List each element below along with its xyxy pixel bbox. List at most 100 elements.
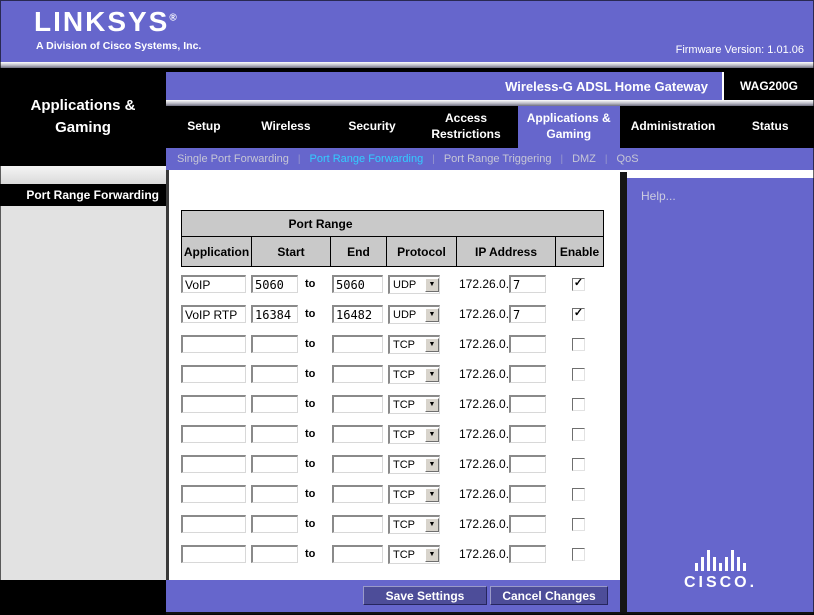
ip-last-octet-input[interactable] — [509, 395, 546, 413]
title-row: Wireless-G ADSL Home Gateway WAG200G — [166, 72, 814, 100]
end-port-input[interactable] — [332, 545, 383, 563]
application-input[interactable] — [181, 515, 246, 533]
col-header-end: End — [331, 237, 387, 266]
application-input[interactable] — [181, 455, 246, 473]
dropdown-button[interactable]: ▼ — [425, 368, 439, 382]
end-port-input[interactable] — [332, 515, 383, 533]
tab-access-restrictions[interactable]: Access Restrictions — [414, 106, 518, 148]
start-port-input[interactable] — [251, 455, 298, 473]
protocol-select[interactable]: TCP ▼ — [388, 515, 440, 534]
application-input[interactable] — [181, 425, 246, 443]
protocol-selected-value: TCP — [390, 459, 425, 471]
ip-last-octet-input[interactable] — [509, 515, 546, 533]
subnav-item-dmz[interactable]: DMZ — [572, 153, 596, 165]
tab-wireless[interactable]: Wireless — [242, 106, 330, 148]
protocol-selected-value: UDP — [390, 309, 425, 321]
protocol-select[interactable]: TCP ▼ — [388, 545, 440, 564]
end-port-input[interactable] — [332, 485, 383, 503]
protocol-select[interactable]: UDP ▼ — [388, 305, 440, 324]
dropdown-button[interactable]: ▼ — [425, 338, 439, 352]
application-input[interactable] — [181, 275, 246, 293]
ip-last-octet-input[interactable] — [509, 275, 546, 293]
port-forward-row: to UDP ▼ 172.26.0. ✓ — [181, 299, 604, 329]
application-input[interactable] — [181, 485, 246, 503]
protocol-select[interactable]: UDP ▼ — [388, 275, 440, 294]
save-settings-button[interactable]: Save Settings — [363, 586, 487, 605]
dropdown-button[interactable]: ▼ — [425, 428, 439, 442]
ip-last-octet-input[interactable] — [509, 365, 546, 383]
ip-prefix-label: 172.26.0. — [459, 457, 509, 471]
enable-checkbox[interactable] — [572, 368, 585, 381]
application-input[interactable] — [181, 365, 246, 383]
enable-checkbox[interactable]: ✓ — [572, 308, 585, 321]
cancel-changes-button[interactable]: Cancel Changes — [490, 586, 608, 605]
enable-checkbox[interactable] — [572, 488, 585, 501]
dropdown-button[interactable]: ▼ — [425, 308, 439, 322]
content-panel: Port Range Application Start End Protoco… — [166, 170, 620, 580]
dropdown-button[interactable]: ▼ — [425, 518, 439, 532]
start-port-input[interactable] — [251, 305, 298, 323]
cisco-bridge-icon — [695, 547, 746, 571]
enable-checkbox[interactable] — [572, 458, 585, 471]
end-port-input[interactable] — [332, 455, 383, 473]
start-port-input[interactable] — [251, 485, 298, 503]
enable-checkbox[interactable]: ✓ — [572, 278, 585, 291]
protocol-select[interactable]: TCP ▼ — [388, 425, 440, 444]
tab-setup[interactable]: Setup — [166, 106, 242, 148]
start-port-input[interactable] — [251, 275, 298, 293]
dropdown-button[interactable]: ▼ — [425, 278, 439, 292]
application-input[interactable] — [181, 545, 246, 563]
enable-checkbox[interactable] — [572, 518, 585, 531]
chevron-down-icon: ▼ — [429, 431, 436, 438]
end-port-input[interactable] — [332, 305, 383, 323]
start-port-input[interactable] — [251, 515, 298, 533]
end-port-input[interactable] — [332, 395, 383, 413]
ip-last-octet-input[interactable] — [509, 335, 546, 353]
enable-checkbox[interactable] — [572, 398, 585, 411]
start-port-input[interactable] — [251, 545, 298, 563]
start-port-input[interactable] — [251, 425, 298, 443]
ip-last-octet-input[interactable] — [509, 455, 546, 473]
linksys-logo: LINKSYS® — [34, 6, 177, 38]
end-port-input[interactable] — [332, 275, 383, 293]
protocol-select[interactable]: TCP ▼ — [388, 485, 440, 504]
end-port-input[interactable] — [332, 425, 383, 443]
ip-last-octet-input[interactable] — [509, 485, 546, 503]
ip-last-octet-input[interactable] — [509, 425, 546, 443]
enable-checkbox[interactable] — [572, 428, 585, 441]
end-port-input[interactable] — [332, 365, 383, 383]
protocol-select[interactable]: TCP ▼ — [388, 365, 440, 384]
subnav-item-qos[interactable]: QoS — [617, 153, 639, 165]
protocol-select[interactable]: TCP ▼ — [388, 395, 440, 414]
left-sidebar — [0, 206, 166, 580]
subnav-item-port-range-forwarding[interactable]: Port Range Forwarding — [310, 153, 424, 165]
subnav-item-port-range-triggering[interactable]: Port Range Triggering — [444, 153, 552, 165]
tab-status[interactable]: Status — [726, 106, 813, 148]
ip-last-octet-input[interactable] — [509, 545, 546, 563]
help-link[interactable]: Help... — [641, 189, 676, 203]
enable-checkbox[interactable] — [572, 548, 585, 561]
subnav-item-single-port-forwarding[interactable]: Single Port Forwarding — [177, 153, 289, 165]
ip-last-octet-input[interactable] — [509, 305, 546, 323]
dropdown-button[interactable]: ▼ — [425, 458, 439, 472]
dropdown-button[interactable]: ▼ — [425, 398, 439, 412]
tab-security[interactable]: Security — [330, 106, 414, 148]
port-range-table-header: Port Range Application Start End Protoco… — [181, 210, 604, 267]
enable-checkbox[interactable] — [572, 338, 585, 351]
dropdown-button[interactable]: ▼ — [425, 488, 439, 502]
protocol-selected-value: TCP — [390, 339, 425, 351]
protocol-select[interactable]: TCP ▼ — [388, 455, 440, 474]
tab-applications-gaming[interactable]: Applications & Gaming — [518, 106, 620, 148]
start-port-input[interactable] — [251, 365, 298, 383]
tab-administration[interactable]: Administration — [620, 106, 727, 148]
protocol-select[interactable]: TCP ▼ — [388, 335, 440, 354]
dropdown-button[interactable]: ▼ — [425, 548, 439, 562]
subnav-separator: | — [560, 154, 563, 165]
application-input[interactable] — [181, 335, 246, 353]
end-port-input[interactable] — [332, 335, 383, 353]
application-input[interactable] — [181, 395, 246, 413]
application-input[interactable] — [181, 305, 246, 323]
page-title: Applications & Gaming — [0, 68, 166, 166]
start-port-input[interactable] — [251, 395, 298, 413]
start-port-input[interactable] — [251, 335, 298, 353]
